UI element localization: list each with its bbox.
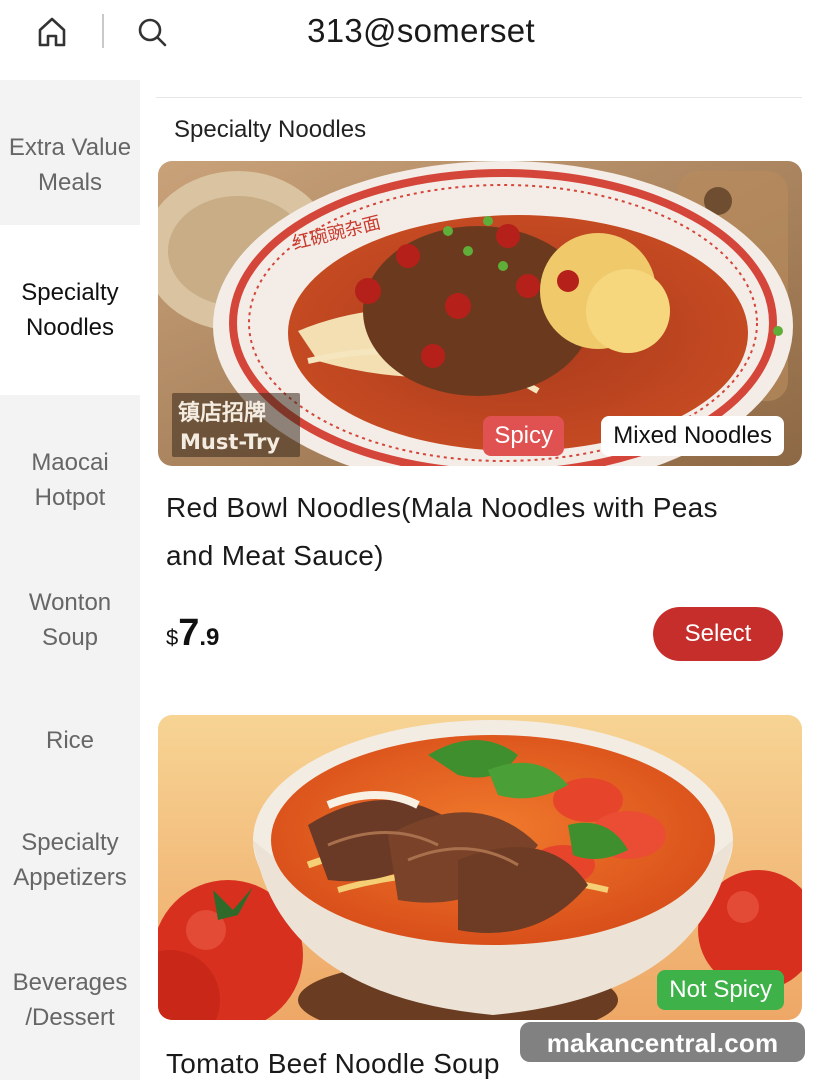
price-decimal: .9: [199, 624, 220, 651]
must-try-stamp: 镇店招牌 Must-Try: [172, 393, 300, 457]
menu-list: Specialty Noodles 红碗豌杂面 镇店招牌 Must-Try Sp…: [140, 80, 819, 1080]
sidebar-item-label: Wonton Soup: [28, 589, 112, 651]
divider: [156, 97, 802, 98]
section-title: Specialty Noodles: [174, 116, 367, 143]
sidebar-item-label: Specialty Appetizers: [13, 829, 127, 891]
sidebar-item-label: Maocai Hotpot: [31, 449, 109, 511]
svg-text:镇店招牌: 镇店招牌: [178, 400, 266, 426]
sidebar-item-label: Specialty Noodles: [21, 279, 119, 341]
svg-text:Must-Try: Must-Try: [180, 430, 280, 454]
page-title: 313@somerset: [307, 12, 535, 49]
sidebar-item-specialty-noodles[interactable]: Specialty Noodles: [0, 225, 140, 395]
price-integer: 7: [178, 612, 200, 654]
category-sidebar: Extra Value Meals Specialty Noodles Maoc…: [0, 80, 140, 1080]
item-price: $7.9: [166, 612, 219, 655]
sidebar-item-label: Rice: [45, 726, 94, 754]
not-spicy-tag: Not Spicy: [657, 970, 784, 1010]
red-bowl-noodles-image[interactable]: 红碗豌杂面 镇店招牌 Must-Try Spicy Mixed Noodles: [158, 161, 802, 466]
noodle-type-tag: Mixed Noodles: [601, 416, 784, 456]
sidebar-item-beverages-dessert[interactable]: Beverages /Dessert: [0, 915, 140, 1080]
sidebar-item-label: Beverages /Dessert: [12, 969, 128, 1031]
watermark: makancentral.com: [520, 1022, 805, 1062]
sidebar-item-label: Extra Value Meals: [8, 134, 132, 196]
tomato-beef-noodle-soup-image[interactable]: Not Spicy: [158, 715, 802, 1020]
price-currency: $: [166, 625, 179, 650]
select-button[interactable]: Select: [653, 607, 783, 661]
item-name[interactable]: Red Bowl Noodles(Mala Noodles with Peas …: [166, 484, 766, 580]
top-bar: 313@somerset: [0, 0, 819, 80]
spicy-tag: Spicy: [483, 416, 564, 456]
